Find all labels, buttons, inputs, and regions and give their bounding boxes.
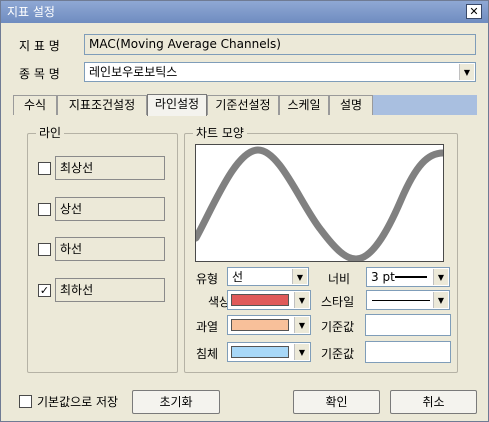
save-default-label: 기본값으로 저장 <box>37 395 119 409</box>
tab-scale[interactable]: 스케일 <box>279 95 329 115</box>
overbought-color-swatch <box>231 319 289 331</box>
indicator-name-field: MAC(Moving Average Channels) <box>84 34 476 55</box>
tab-baseline-settings[interactable]: 기준선설정 <box>207 95 279 115</box>
width-value: 3 pt <box>371 270 395 284</box>
chevron-down-icon[interactable]: ▼ <box>294 292 309 308</box>
chart-shape-group-title: 차트 모양 <box>193 125 247 141</box>
type-label: 유형 <box>196 272 219 286</box>
base-value-1-label: 기준값 <box>321 320 355 334</box>
type-select[interactable]: 선 ▼ <box>227 267 309 286</box>
title-bar: 지표 설정 ✕ <box>1 1 488 23</box>
window-title: 지표 설정 <box>7 5 55 19</box>
stock-name-value: 레인보우로보틱스 <box>89 65 178 79</box>
line-item-lower[interactable]: 하선 <box>55 237 165 261</box>
checkbox-upper-line[interactable] <box>38 203 51 216</box>
stock-name-label: 종 목 명 <box>19 67 60 81</box>
width-label: 너비 <box>328 272 351 286</box>
oversold-color-select[interactable]: ▼ <box>227 342 311 362</box>
checkbox-bottom-line[interactable]: ✓ <box>38 284 51 297</box>
overbought-color-select[interactable]: ▼ <box>227 315 311 335</box>
save-default-checkbox[interactable] <box>19 395 32 408</box>
oversold-color-swatch <box>231 346 289 358</box>
sine-wave-preview <box>192 146 447 263</box>
chevron-down-icon[interactable]: ▼ <box>294 317 309 333</box>
checkbox-lower-line[interactable] <box>38 243 51 256</box>
tab-bar: 수식 지표조건설정 라인설정 기준선설정 스케일 설명 <box>13 94 477 116</box>
indicator-settings-dialog: 지표 설정 ✕ 지 표 명 MAC(Moving Average Channel… <box>0 0 489 422</box>
indicator-name-label: 지 표 명 <box>19 39 60 53</box>
line-item-bottom[interactable]: 최하선 <box>55 278 165 302</box>
lines-group-title: 라인 <box>36 125 65 141</box>
close-icon[interactable]: ✕ <box>466 4 482 19</box>
chevron-down-icon[interactable]: ▼ <box>459 64 474 80</box>
ok-button[interactable]: 확인 <box>293 390 380 414</box>
width-sample-line <box>395 276 427 278</box>
color-select[interactable]: ▼ <box>227 290 311 310</box>
reset-button[interactable]: 초기화 <box>132 390 220 414</box>
stock-name-select[interactable]: 레인보우로보틱스 ▼ <box>84 62 476 82</box>
style-sample-line <box>372 300 430 301</box>
chevron-down-icon[interactable]: ▼ <box>292 269 307 284</box>
width-select[interactable]: 3 pt ▼ <box>366 267 450 287</box>
tab-line-settings[interactable]: 라인설정 <box>147 94 207 116</box>
tab-formula[interactable]: 수식 <box>13 95 57 115</box>
line-item-upper[interactable]: 상선 <box>55 197 165 221</box>
color-swatch <box>231 294 289 306</box>
line-item-top[interactable]: 최상선 <box>55 156 165 180</box>
overbought-label: 과열 <box>196 320 219 334</box>
base-value-1-input[interactable] <box>365 314 451 336</box>
line-preview <box>192 144 447 263</box>
chevron-down-icon[interactable]: ▼ <box>433 292 448 308</box>
chevron-down-icon[interactable]: ▼ <box>294 344 309 360</box>
oversold-label: 침체 <box>196 347 219 361</box>
tab-description[interactable]: 설명 <box>329 95 373 115</box>
preview-line <box>192 146 447 263</box>
base-value-2-label: 기준값 <box>321 347 355 361</box>
base-value-2-input[interactable] <box>365 341 451 363</box>
checkbox-top-line[interactable] <box>38 162 51 175</box>
style-select[interactable]: ▼ <box>366 290 450 310</box>
chevron-down-icon[interactable]: ▼ <box>433 269 448 285</box>
cancel-button[interactable]: 취소 <box>390 390 477 414</box>
tab-indicator-conditions[interactable]: 지표조건설정 <box>57 95 147 115</box>
type-value: 선 <box>232 270 244 284</box>
style-label: 스타일 <box>321 295 355 309</box>
